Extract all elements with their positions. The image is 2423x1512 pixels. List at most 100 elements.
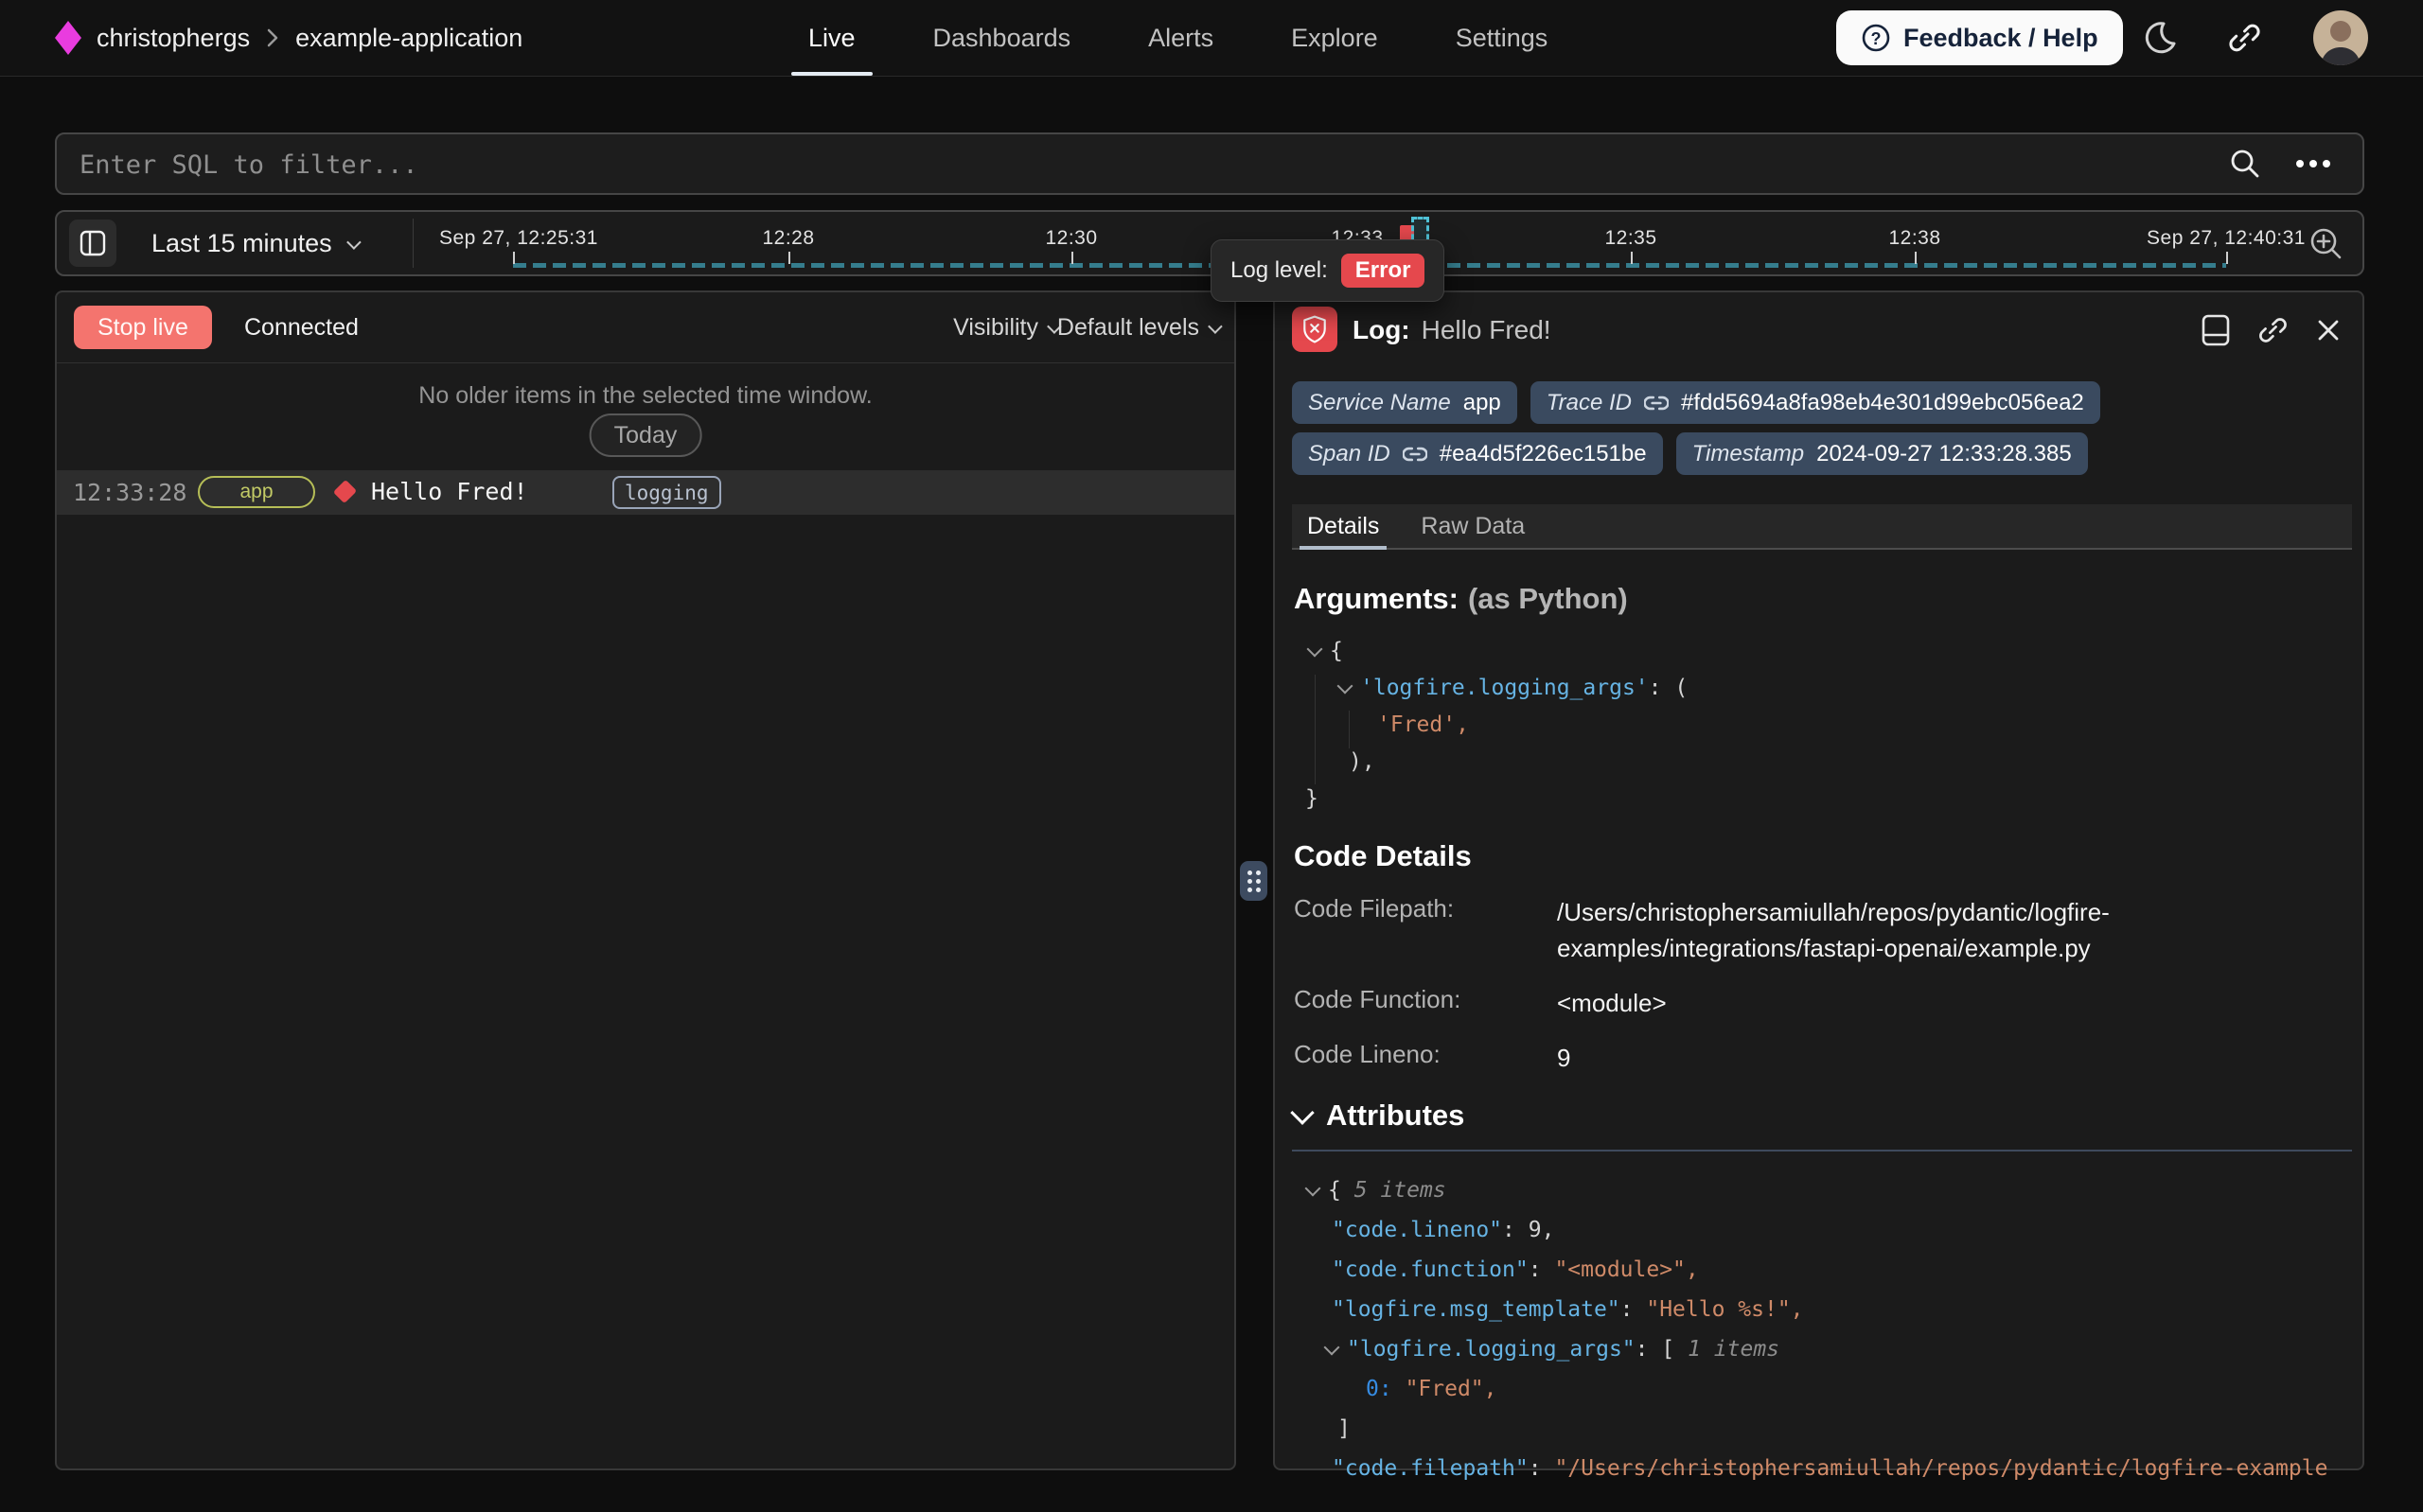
svg-text:?: ?	[1871, 29, 1882, 48]
breadcrumb-org[interactable]: christophergs	[97, 24, 250, 53]
detail-title-message: Hello Fred!	[1422, 315, 1551, 345]
trace-id-label: Trace ID	[1547, 390, 1632, 416]
collapse-chevron-icon[interactable]	[1337, 678, 1353, 694]
theme-toggle-button[interactable]	[2141, 0, 2179, 76]
scope-badge[interactable]: logging	[612, 476, 721, 509]
trace-id-pill[interactable]: Trace ID #fdd5694a8fa98eb4e301d99ebc056e…	[1530, 381, 2100, 424]
timeline-label: 12:38	[1888, 227, 1940, 250]
visibility-dropdown[interactable]: Visibility	[953, 292, 1058, 362]
timeline-tick	[1915, 252, 1917, 264]
panel-resize-handle[interactable]	[1240, 861, 1267, 901]
arguments-heading-text: Arguments:	[1294, 582, 1459, 615]
logfire-live-page: christophergs example-application Live D…	[0, 0, 2423, 1512]
code-line: ),	[1294, 744, 1688, 781]
service-name-value: app	[1463, 390, 1501, 416]
timeline-tick	[513, 252, 515, 264]
error-shield-icon	[1292, 307, 1337, 352]
code-function-value: <module>	[1557, 985, 2201, 1021]
timeline-label-start: Sep 27, 12:25:31	[439, 227, 598, 250]
tab-live[interactable]: Live	[803, 0, 861, 76]
chevron-down-icon	[1208, 319, 1223, 334]
timeline-tick	[2226, 252, 2228, 264]
attributes-json-tree: { 5 items "code.lineno": 9, "code.functi…	[1294, 1170, 2352, 1488]
timeline-tick	[1631, 252, 1633, 264]
more-options-icon[interactable]	[2294, 158, 2332, 169]
detail-title-prefix: Log:	[1353, 315, 1410, 345]
timeline-label-end: Sep 27, 12:40:31	[2147, 227, 2306, 250]
detail-header: Log: Hello Fred!	[1275, 292, 2362, 368]
tab-settings[interactable]: Settings	[1450, 0, 1554, 76]
close-icon[interactable]	[2315, 317, 2342, 343]
share-link-button[interactable]	[2226, 0, 2262, 76]
timestamp-label: Timestamp	[1692, 441, 1804, 467]
breadcrumb-project[interactable]: example-application	[295, 24, 522, 53]
service-name-pill: Service Name app	[1292, 381, 1517, 424]
code-line: }	[1294, 781, 1688, 818]
visibility-label: Visibility	[953, 314, 1038, 342]
tooltip-label: Log level:	[1230, 257, 1328, 284]
collapse-chevron-icon[interactable]	[1305, 1181, 1321, 1197]
detail-actions	[2202, 292, 2342, 368]
divider	[1292, 1150, 2352, 1152]
connection-status: Connected	[244, 292, 359, 362]
grip-dots-icon	[1247, 870, 1261, 892]
collapse-chevron-icon[interactable]	[1324, 1340, 1340, 1356]
question-circle-icon: ?	[1861, 23, 1891, 53]
code-line: 'logfire.logging_args': (	[1294, 670, 1688, 707]
sql-filter-input[interactable]	[78, 134, 2239, 195]
arguments-heading-note: (as Python)	[1468, 582, 1628, 615]
zoom-in-button[interactable]	[2308, 225, 2345, 268]
json-line: "logfire.logging_args": [ 1 items	[1294, 1329, 2352, 1369]
code-filepath-label: Code Filepath:	[1294, 894, 1538, 966]
log-level-tooltip: Log level: Error	[1211, 239, 1444, 302]
code-details-rows: Code Filepath: /Users/christophersamiull…	[1294, 894, 2297, 1076]
code-filepath-value: /Users/christophersamiullah/repos/pydant…	[1557, 894, 2201, 966]
logfire-logo-icon[interactable]	[55, 21, 81, 55]
log-message: Hello Fred!	[371, 478, 528, 505]
attributes-section-toggle[interactable]: Attributes	[1294, 1099, 1464, 1133]
default-levels-label: Default levels	[1057, 314, 1199, 342]
error-diamond-icon	[333, 480, 357, 503]
chevron-down-icon	[1290, 1100, 1314, 1124]
timeline-label: 12:28	[762, 227, 814, 250]
json-line: ]	[1294, 1409, 2352, 1449]
tab-details[interactable]: Details	[1300, 504, 1387, 548]
code-line: 'Fred',	[1294, 707, 1688, 744]
collapse-chevron-icon[interactable]	[1307, 642, 1323, 658]
service-name-label: Service Name	[1308, 390, 1451, 416]
span-id-value: #ea4d5f226ec151be	[1440, 441, 1647, 467]
indent-guide	[1349, 711, 1350, 748]
live-panel-header: Stop live Connected Visibility Default l…	[57, 292, 1234, 363]
avatar[interactable]	[2313, 10, 2368, 65]
log-row[interactable]: 12:33:28 app Hello Fred! logging	[57, 470, 1234, 515]
copy-link-icon[interactable]	[2256, 314, 2289, 346]
service-badge[interactable]: app	[198, 476, 315, 508]
arguments-heading: Arguments: (as Python)	[1294, 582, 1628, 616]
code-lineno-label: Code Lineno:	[1294, 1040, 1538, 1076]
breadcrumb-chevron-icon	[265, 26, 280, 49]
tab-alerts[interactable]: Alerts	[1142, 0, 1219, 76]
empty-window-message: No older items in the selected time wind…	[57, 382, 1234, 410]
tab-explore[interactable]: Explore	[1285, 0, 1384, 76]
link-icon	[1644, 395, 1669, 412]
tab-raw-data[interactable]: Raw Data	[1413, 504, 1532, 548]
nav-tabs: Live Dashboards Alerts Explore Settings	[803, 0, 1553, 76]
json-line: "logfire.msg_template": "Hello %s!",	[1294, 1290, 2352, 1329]
default-levels-dropdown[interactable]: Default levels	[1057, 292, 1219, 362]
today-button[interactable]: Today	[590, 413, 702, 457]
detail-tabs: Details Raw Data	[1292, 504, 2352, 550]
timestamp-value: 2024-09-27 12:33:28.385	[1816, 441, 2072, 467]
metadata-badges: Service Name app Trace ID #fdd5694a8fa98…	[1292, 381, 2344, 475]
dock-panel-icon[interactable]	[2202, 314, 2230, 346]
feedback-help-button[interactable]: ? Feedback / Help	[1836, 10, 2123, 65]
tab-dashboards[interactable]: Dashboards	[928, 0, 1077, 76]
live-logs-panel: Stop live Connected Visibility Default l…	[55, 290, 1236, 1470]
json-line: 0: "Fred",	[1294, 1369, 2352, 1409]
timeline-tick	[1071, 252, 1073, 264]
span-id-pill[interactable]: Span ID #ea4d5f226ec151be	[1292, 432, 1663, 475]
search-icon[interactable]	[2228, 147, 2262, 181]
arguments-code-block: { 'logfire.logging_args': ( 'Fred', ), }	[1294, 633, 1688, 818]
code-lineno-value: 9	[1557, 1040, 2201, 1076]
stop-live-button[interactable]: Stop live	[74, 306, 212, 349]
timeline-label: 12:30	[1045, 227, 1097, 250]
